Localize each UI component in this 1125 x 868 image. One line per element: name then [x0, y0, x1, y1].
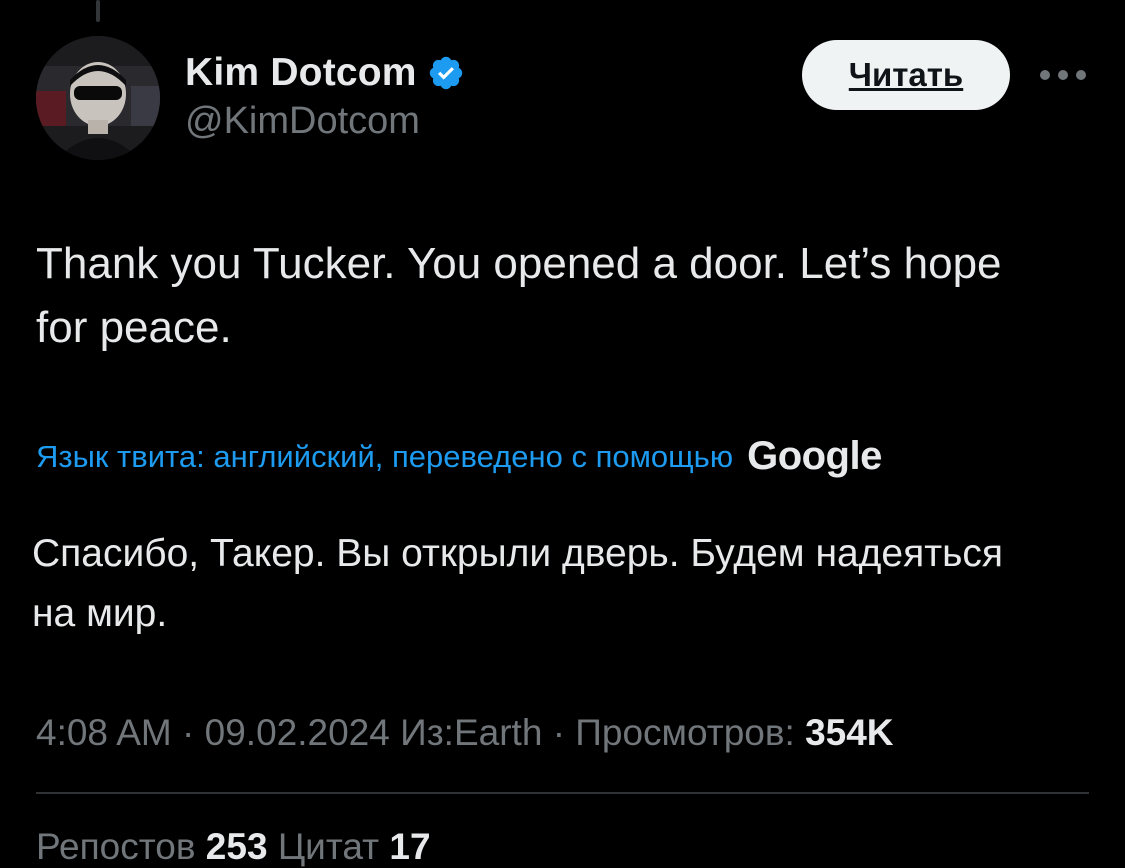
more-dot [1040, 70, 1050, 80]
avatar[interactable] [36, 36, 160, 160]
divider [36, 792, 1089, 794]
tweet-meta: 4:08 AM · 09.02.2024 Из:Earth · Просмотр… [36, 712, 894, 754]
author-info[interactable]: Kim Dotcom @KimDotcom [185, 50, 465, 143]
handle[interactable]: @KimDotcom [185, 100, 465, 143]
tweet-time[interactable]: 4:08 AM [36, 712, 172, 753]
engagement-stats: Репостов 253 Цитат 17 [36, 826, 431, 868]
google-logo: Google [747, 434, 882, 478]
views-count: 354K [805, 712, 894, 753]
reposts-count[interactable]: 253 [206, 826, 268, 867]
reposts-label[interactable]: Репостов [36, 826, 196, 867]
translation-attribution: Язык твита: английский, переведено с пом… [36, 434, 882, 479]
more-horizontal-icon[interactable] [1040, 66, 1086, 84]
quotes-count[interactable]: 17 [389, 826, 430, 867]
display-name-row: Kim Dotcom [185, 50, 465, 96]
translated-text: Спасибо, Такер. Вы открыли дверь. Будем … [32, 532, 1004, 635]
meta-separator: · [552, 712, 576, 753]
avatar-image [36, 36, 160, 160]
verified-badge-icon[interactable] [427, 54, 465, 92]
translation-label-link[interactable]: Язык твита: английский, переведено с пом… [36, 439, 733, 475]
tweet-date[interactable]: 09.02.2024 [205, 712, 390, 753]
follow-button[interactable]: Читать [802, 40, 1010, 110]
tweet-text: Thank you Tucker. You opened a door. Let… [36, 239, 1002, 352]
display-name[interactable]: Kim Dotcom [185, 51, 417, 95]
thread-connector-line [96, 0, 100, 22]
tweet-location: Из:Earth [400, 712, 543, 753]
quotes-label[interactable]: Цитат [278, 826, 379, 867]
more-dot [1076, 70, 1086, 80]
views-label: Просмотров: [575, 712, 795, 753]
meta-separator: · [182, 712, 205, 753]
more-dot [1058, 70, 1068, 80]
